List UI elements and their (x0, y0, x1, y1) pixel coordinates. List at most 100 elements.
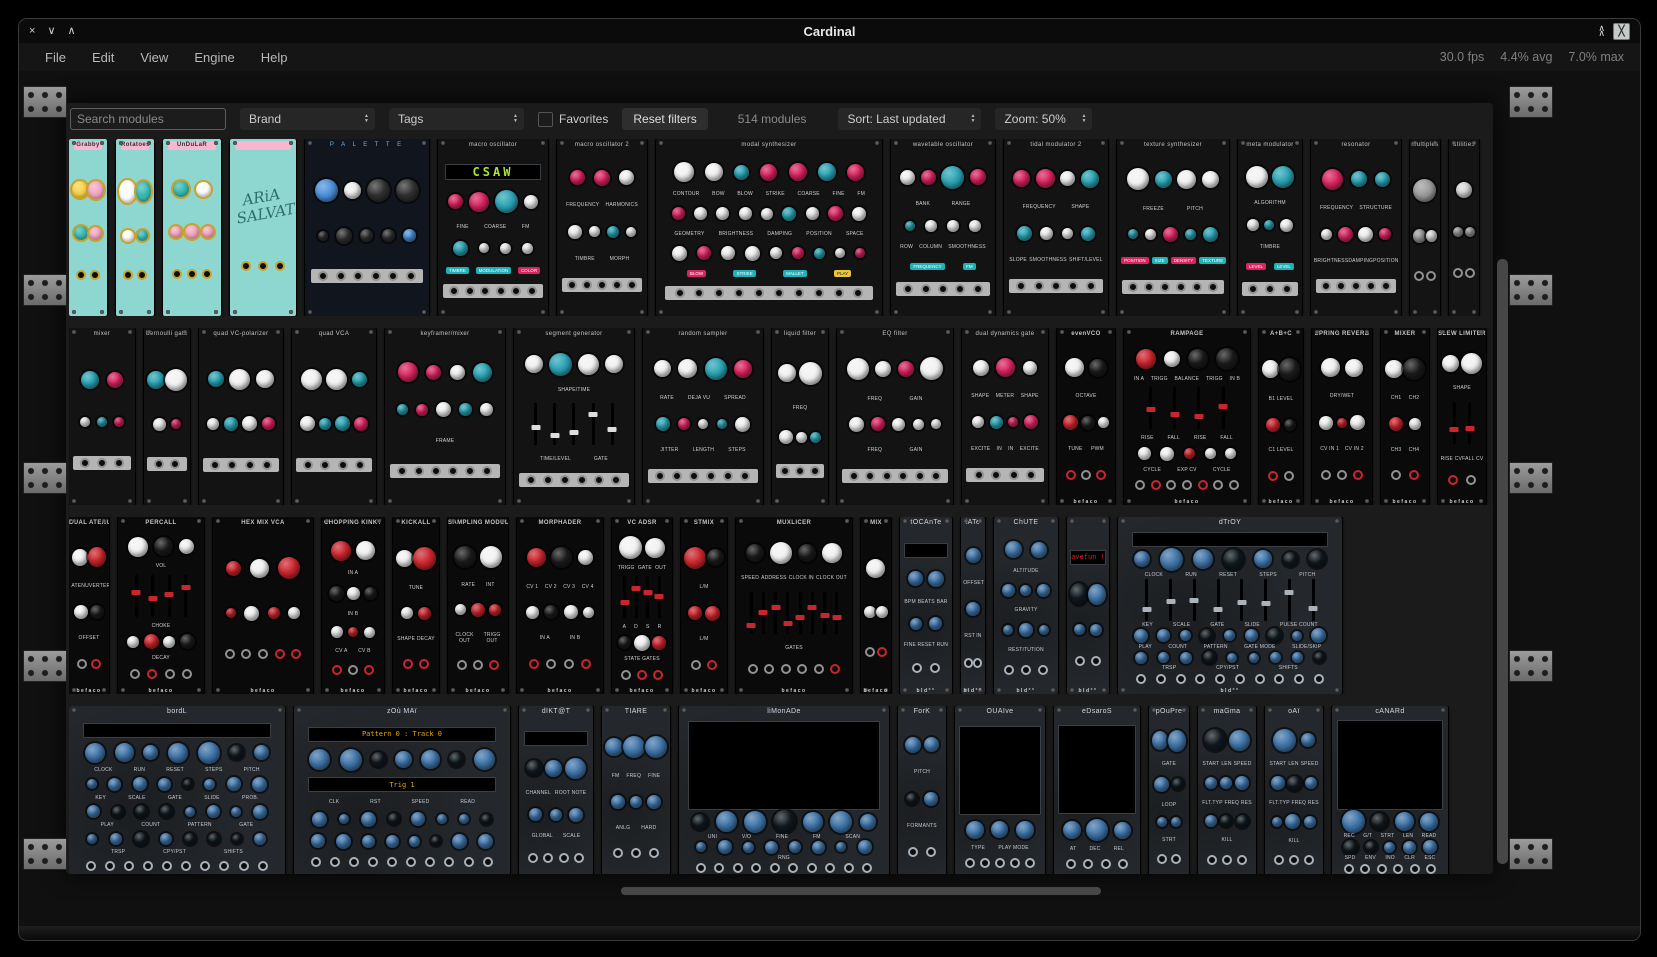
search-input[interactable] (70, 108, 226, 130)
module-tile[interactable]: EQ filterFREQGAINFREQGAIN (837, 328, 953, 505)
module-tile[interactable]: RAMPAGEIN ATRIGGBALANCETRIGGIN BRISEFALL… (1124, 328, 1250, 505)
slider[interactable] (553, 403, 556, 445)
slider[interactable] (1173, 387, 1176, 429)
slider[interactable] (611, 403, 614, 445)
slider-handle[interactable] (148, 596, 157, 601)
slider[interactable] (1145, 579, 1148, 621)
slider-handle[interactable] (589, 412, 598, 417)
module-tile[interactable]: HEX MIX VCAbefaco (213, 517, 313, 694)
slider[interactable] (1288, 579, 1291, 621)
module-tile[interactable]: liquid filterFREQ (772, 328, 828, 505)
module-tile[interactable]: SPRING REVERBDRY/WETCV IN 1CV IN 2befaco (1312, 328, 1372, 505)
horizontal-scrollbar[interactable] (621, 887, 1101, 895)
zoom-dropdown[interactable]: Zoom: 50% ▲▼ (995, 108, 1092, 130)
module-tile[interactable]: maGmaSTARTLENSPEEDFLT.TYPFREQRESKILLbId°… (1198, 706, 1256, 874)
module-tile[interactable]: CHOPPING KINKYIN AIN BCV ACV Bbefaco (322, 517, 384, 694)
module-tile[interactable]: evenVCOOCTAVETUNEPWMbefaco (1057, 328, 1115, 505)
slider-handle[interactable] (832, 615, 841, 620)
slider[interactable] (534, 403, 537, 445)
slider[interactable] (168, 575, 171, 617)
sort-dropdown[interactable]: Sort: Last updated ▲▼ (838, 108, 981, 130)
module-tile[interactable]: ChUTEALTITUDEGRAVITYRESTITUTIONbId°° (994, 517, 1058, 694)
module-tile[interactable]: Rotatoes (116, 139, 154, 316)
slider-handle[interactable] (747, 623, 756, 628)
module-tile[interactable]: tOCAnTeBPMBEATSBARFINERESETRUNbId°° (900, 517, 952, 694)
slider-handle[interactable] (1237, 600, 1246, 605)
menu-edit[interactable]: Edit (92, 50, 114, 65)
module-tile[interactable]: tidal modulator 2FREQUENCYSHAPESLOPESMOO… (1004, 139, 1108, 316)
module-tile[interactable]: STMIXL/ML/Mbefaco (681, 517, 727, 694)
slider-handle[interactable] (1194, 414, 1203, 419)
slider-handle[interactable] (1465, 426, 1474, 431)
slider-handle[interactable] (643, 590, 652, 595)
module-tile[interactable]: zOù MAïPattern 0 : Track 0Trig 1CLKRSTSP… (294, 706, 510, 874)
slider-handle[interactable] (1170, 412, 1179, 417)
close-icon[interactable]: × (29, 19, 35, 43)
module-tile[interactable]: VC ADSRTRIGGGATEOUTADSRSTATE GATESbefaco (612, 517, 672, 694)
slider[interactable] (823, 592, 826, 634)
module-tile[interactable]: quad VCA (292, 328, 376, 505)
slider[interactable] (835, 592, 838, 634)
slider[interactable] (1217, 579, 1220, 621)
slider-handle[interactable] (1261, 601, 1270, 606)
slider[interactable] (1264, 579, 1267, 621)
slider-handle[interactable] (783, 621, 792, 626)
slider-handle[interactable] (1309, 606, 1318, 611)
module-tile[interactable]: liMonADeUNIV/OFINEFMSCANRNGbId°° (679, 706, 889, 874)
module-tile[interactable]: cANARdRECG/TSTRTLENREADSPDENVINOCLRESCbI… (1332, 706, 1448, 874)
module-tile[interactable]: SAMPLING MODULATORRATEINTCLOCK OUTTRIGG … (448, 517, 508, 694)
slider-handle[interactable] (620, 600, 629, 605)
slider-handle[interactable] (608, 427, 617, 432)
slider[interactable] (1468, 402, 1471, 444)
slider-handle[interactable] (796, 615, 805, 620)
slider-handle[interactable] (808, 605, 817, 610)
slider-handle[interactable] (1214, 607, 1223, 612)
module-tile[interactable]: keyframer/mixerFRAME (385, 328, 505, 505)
module-tile[interactable]: segment generatorSHAPE/TIMETIME/LEVELGAT… (514, 328, 634, 505)
module-tile[interactable]: meta modulatorALGORITHMTIMBRELEVELLEVEL (1238, 139, 1302, 316)
module-tile[interactable]: lATeOFFSETRSTINbId°° (961, 517, 985, 694)
maximize-icon[interactable]: ∧ (68, 19, 76, 43)
slider[interactable] (1193, 579, 1196, 621)
module-tile[interactable]: random samplerRATEDEJA VUSPREADJITTERLEN… (643, 328, 763, 505)
slider[interactable] (1197, 387, 1200, 429)
module-tile[interactable]: UnDuLaR (163, 139, 221, 316)
slider-handle[interactable] (771, 605, 780, 610)
tags-dropdown[interactable]: Tags ▲▼ (389, 108, 524, 130)
vertical-scrollbar[interactable] (1497, 259, 1508, 864)
slider[interactable] (786, 592, 789, 634)
module-tile[interactable]: MIXERCH1CH2CH3CH4befaco (1381, 328, 1429, 505)
slider[interactable] (1240, 579, 1243, 621)
module-tile[interactable]: Havefun !!bId°° (1067, 517, 1109, 694)
module-tile[interactable]: quad VC-polarizer (199, 328, 283, 505)
module-tile[interactable]: SLEW LIMITERSHAPERISE CVFALL CVbefaco (1438, 328, 1486, 505)
slider-handle[interactable] (165, 592, 174, 597)
module-tile[interactable]: modal synthesizerCONTOURBOWBLOWSTRIKECOA… (656, 139, 882, 316)
slider[interactable] (1312, 579, 1315, 621)
menu-help[interactable]: Help (261, 50, 288, 65)
module-tile[interactable]: dTrOYCLOCKRUNRESETSTEPSPITCHKEYSCALEGATE… (1118, 517, 1342, 694)
module-tile[interactable]: oAïSTARTLENSPEEDFLT.TYPFREQRESKILLbId°° (1265, 706, 1323, 874)
slider-handle[interactable] (759, 610, 768, 615)
slider[interactable] (592, 403, 595, 445)
module-tile[interactable]: bordLCLOCKRUNRESETSTEPSPITCHKEYSCALEGATE… (69, 706, 285, 874)
module-tile[interactable]: multiples (1410, 139, 1440, 316)
slider-handle[interactable] (1146, 407, 1155, 412)
menu-file[interactable]: File (45, 50, 66, 65)
module-tile[interactable]: ARiA SALVATRiCE (230, 139, 296, 316)
slider-handle[interactable] (1142, 607, 1151, 612)
module-tile[interactable]: A+B+CB1 LEVELC1 LEVELbefaco (1259, 328, 1303, 505)
slider-handle[interactable] (820, 613, 829, 618)
slider[interactable] (646, 576, 649, 618)
module-tile[interactable]: mixer (69, 328, 135, 505)
slider-handle[interactable] (132, 590, 141, 595)
slider[interactable] (799, 592, 802, 634)
module-tile[interactable]: macro oscillatorCSAWFINECOARSEFMTIMBREMO… (438, 139, 548, 316)
slider[interactable] (135, 575, 138, 617)
module-tile[interactable]: dual dynamics gateSHAPEMETERSHAPEEXCITEI… (962, 328, 1048, 505)
slider-handle[interactable] (1219, 404, 1228, 409)
slider[interactable] (1453, 402, 1456, 444)
module-tile[interactable]: DUAL ATENUVERTERATENUVERTEROFFSETbefaco (69, 517, 109, 694)
slider-handle[interactable] (1190, 598, 1199, 603)
slider[interactable] (762, 592, 765, 634)
